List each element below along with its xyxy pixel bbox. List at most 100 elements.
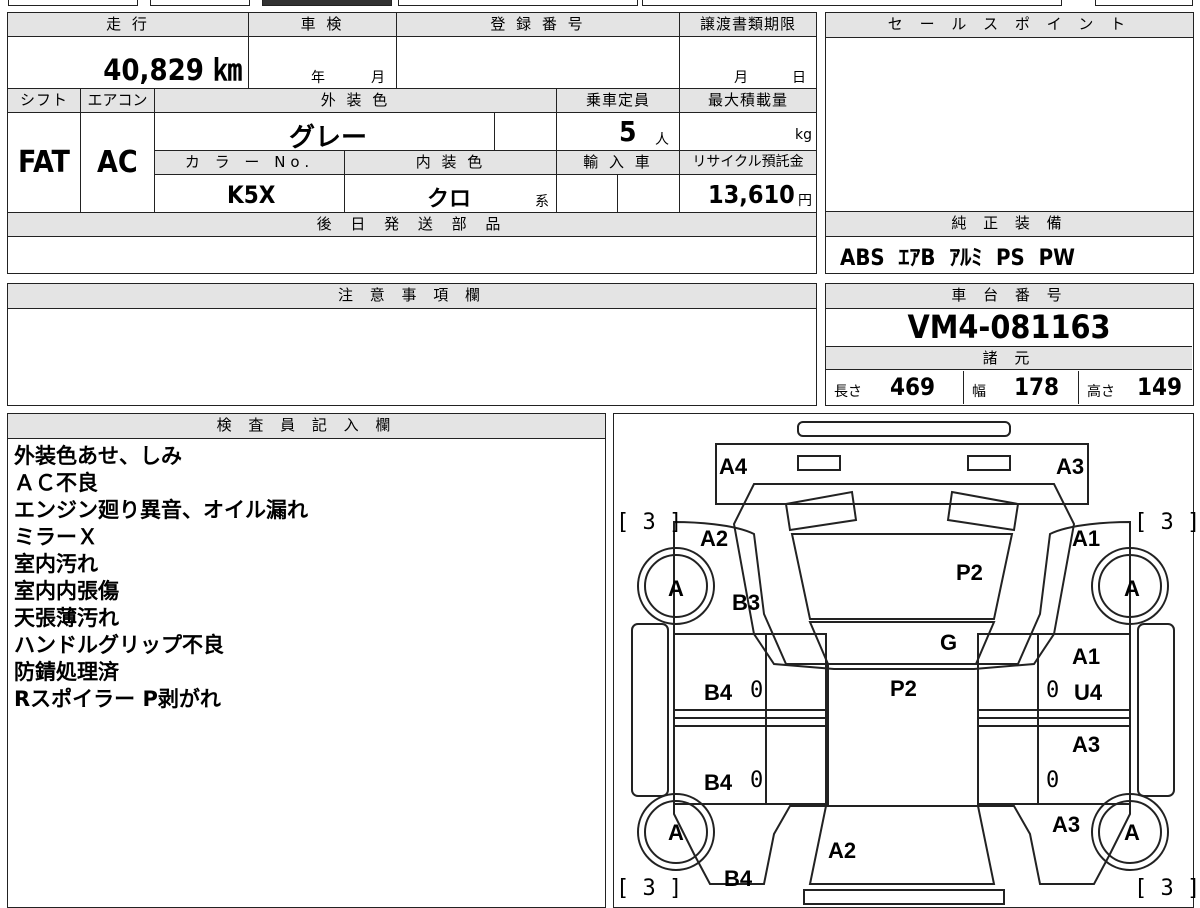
top-strip xyxy=(0,0,1200,8)
shaken-label: 車 検 xyxy=(249,13,397,37)
color-no-label: カ ラ ー No. xyxy=(155,151,345,175)
shift-label: シフト xyxy=(8,89,81,113)
tire-grade-rl: A xyxy=(668,820,684,845)
caution-box: 注 意 事 項 欄 xyxy=(7,283,817,406)
damage-mark-b4-left2: B4 xyxy=(704,770,733,795)
sales-point-label: セ ー ル ス ポ イ ン ト xyxy=(826,13,1193,38)
damage-mark-a2-rear: A2 xyxy=(828,838,857,863)
recycle-value: 13,610 xyxy=(708,180,795,209)
mileage-value-cell: 40,829 ㎞ xyxy=(8,37,249,89)
dim-width-value: 178 xyxy=(1014,373,1060,401)
tire-depth-rl: [ 3 ] xyxy=(616,876,683,901)
interior-color-suffix: 系 xyxy=(535,194,549,210)
chassis-number: VM4-081163 xyxy=(907,308,1111,346)
recycle-value-cell: 13,610 円 xyxy=(680,175,816,213)
damage-mark-a3-right: A3 xyxy=(1072,732,1101,757)
note-line: 外装色あせ、しみ xyxy=(14,444,182,468)
tire-depth-rr: [ 3 ] xyxy=(1134,876,1200,901)
shaken-month: 月 xyxy=(371,70,385,86)
dim-length-cell: 長さ 469 xyxy=(826,371,964,404)
tire-grade-fr: A xyxy=(1124,576,1140,601)
color-no-value: K5X xyxy=(227,181,276,209)
note-line: Rスポイラー P剥がれ xyxy=(14,687,221,711)
note-line: ハンドルグリップ不良 xyxy=(14,633,224,657)
import-value-cell-2 xyxy=(618,175,680,213)
damage-mark-b4-rear: B4 xyxy=(724,866,753,891)
sales-point-box: セ ー ル ス ポ イ ン ト xyxy=(825,12,1194,212)
shaken-value-cell: 年 月 xyxy=(249,37,397,89)
tire-depth-fl: [ 3 ] xyxy=(616,510,683,535)
dim-height-label: 高さ xyxy=(1087,384,1115,400)
registration-value-cell xyxy=(397,37,680,89)
mileage-label: 走 行 xyxy=(8,13,249,37)
equipment-label: 純 正 装 備 xyxy=(826,212,1193,237)
damage-mark-a1-right: A1 xyxy=(1072,526,1101,551)
note-line: ＡＣ不良 xyxy=(14,471,98,495)
dim-width-cell: 幅 178 xyxy=(964,371,1079,404)
inspector-notes: 外装色あせ、しみ ＡＣ不良 エンジン廻り異音、オイル漏れ ミラーＸ 室内汚れ 室… xyxy=(8,439,605,717)
shift-value: FAT xyxy=(18,145,70,180)
chassis-label: 車 台 番 号 xyxy=(826,284,1193,309)
damage-map: A4 A3 [ 3 ] [ 3 ] A2 A1 P2 A A B3 G A1 B… xyxy=(613,413,1200,908)
damage-mark-a3-top: A3 xyxy=(1056,454,1085,479)
exterior-extra-cell xyxy=(495,113,557,151)
dim-height-cell: 高さ 149 xyxy=(1079,371,1192,404)
chassis-box: 車 台 番 号 VM4-081163 諸 元 長さ 469 幅 178 高さ 1… xyxy=(825,283,1194,406)
ac-label: エアコン xyxy=(81,89,155,113)
dimensions-label: 諸 元 xyxy=(826,346,1192,370)
registration-label: 登 録 番 号 xyxy=(397,13,680,37)
vehicle-info-table: 走 行 車 検 登 録 番 号 譲渡書類期限 40,829 ㎞ 年 月 月 日 … xyxy=(7,12,817,274)
recycle-label: リサイクル預託金 xyxy=(680,151,816,175)
shaken-year: 年 xyxy=(311,70,325,86)
inspector-box: 検 査 員 記 入 欄 外装色あせ、しみ ＡＣ不良 エンジン廻り異音、オイル漏れ… xyxy=(7,413,606,908)
equipment-value: ABS ｴｱB ｱﾙﾐ PS PW xyxy=(840,246,1075,271)
note-line: 室内内張傷 xyxy=(14,579,119,603)
note-line: 室内汚れ xyxy=(14,552,98,576)
later-parts-label: 後 日 発 送 部 品 xyxy=(8,213,816,237)
color-no-value-cell: K5X xyxy=(155,175,345,213)
import-value-cell-1 xyxy=(557,175,618,213)
tire-grade-fl: A xyxy=(668,576,684,601)
max-load-label: 最大積載量 xyxy=(680,89,816,113)
damage-mark-a1-right2: A1 xyxy=(1072,644,1101,669)
dim-length-label: 長さ xyxy=(834,384,862,400)
capacity-value: 5 xyxy=(619,115,637,148)
zero-mark-4: 0 xyxy=(1046,768,1060,793)
exterior-color-label: 外 装 色 xyxy=(155,89,557,113)
note-line: 天張薄汚れ xyxy=(14,606,119,630)
exterior-color-value-cell: グレー xyxy=(155,113,495,153)
note-line: エンジン廻り異音、オイル漏れ xyxy=(14,498,308,522)
dim-length-value: 469 xyxy=(890,373,936,401)
dim-height-value: 149 xyxy=(1137,373,1183,401)
damage-mark-u4: U4 xyxy=(1074,680,1103,705)
damage-mark-a3-right2: A3 xyxy=(1052,812,1081,837)
capacity-unit: 人 xyxy=(655,132,669,148)
transfer-day: 日 xyxy=(792,70,806,86)
interior-color-value-cell: クロ 系 xyxy=(345,175,557,213)
inspector-label: 検 査 員 記 入 欄 xyxy=(8,414,605,439)
damage-mark-g: G xyxy=(940,630,958,655)
recycle-unit: 円 xyxy=(798,193,812,209)
ac-value: AC xyxy=(97,145,138,180)
zero-mark-1: 0 xyxy=(750,678,764,703)
transfer-month: 月 xyxy=(734,70,748,86)
damage-mark-p2-roof: P2 xyxy=(890,676,917,701)
tire-depth-fr: [ 3 ] xyxy=(1134,510,1200,535)
car-outline-diagram xyxy=(631,421,1175,905)
note-line: 防錆処理済 xyxy=(14,660,119,684)
note-line: ミラーＸ xyxy=(14,525,98,549)
equipment-box: 純 正 装 備 ABS ｴｱB ｱﾙﾐ PS PW xyxy=(825,212,1194,274)
exterior-color-value: グレー xyxy=(289,123,368,153)
damage-mark-a4: A4 xyxy=(719,454,748,479)
import-label: 輸 入 車 xyxy=(557,151,680,175)
damage-mark-b4-left1: B4 xyxy=(704,680,733,705)
max-load-unit: kg xyxy=(795,127,812,143)
damage-mark-b3: B3 xyxy=(732,590,761,615)
ac-value-cell: AC xyxy=(81,113,155,213)
damage-mark-p2-hood: P2 xyxy=(956,560,983,585)
transfer-value-cell: 月 日 xyxy=(680,37,816,89)
zero-mark-3: 0 xyxy=(750,768,764,793)
mileage-value: 40,829 ㎞ xyxy=(103,53,242,87)
zero-mark-2: 0 xyxy=(1046,678,1060,703)
transfer-deadline-label: 譲渡書類期限 xyxy=(680,13,816,37)
